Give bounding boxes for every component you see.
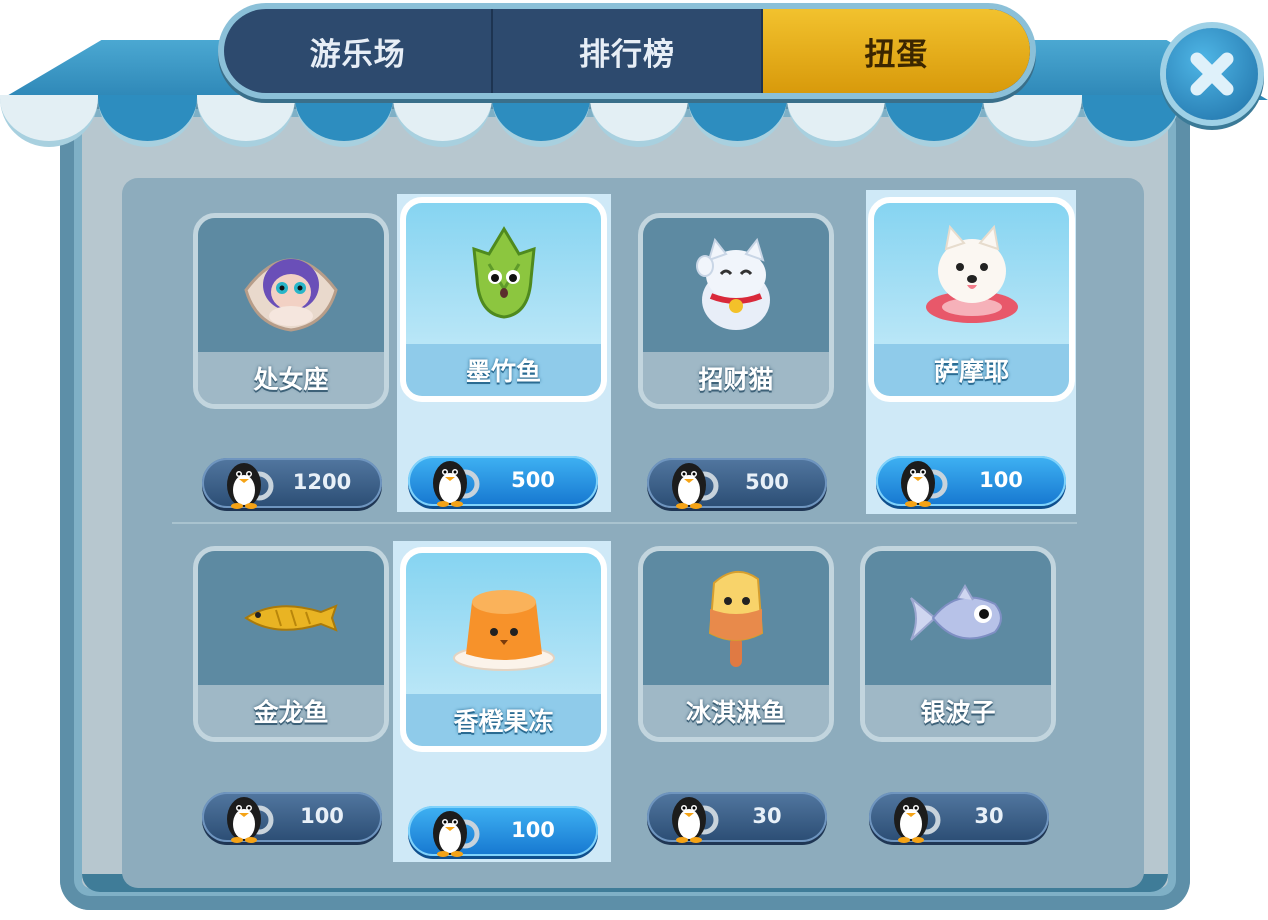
tab-gacha[interactable]: 扭蛋 — [762, 9, 1030, 93]
item-name: 金龙鱼 — [198, 685, 384, 737]
item-price: 100 — [511, 818, 555, 842]
buy-button[interactable]: 100 — [876, 456, 1066, 506]
penguin-coin-icon — [218, 456, 278, 510]
shop-awning — [0, 95, 1180, 155]
item-card[interactable]: 萨摩耶 — [868, 197, 1075, 402]
penguin-coin-icon — [663, 790, 723, 844]
item-name: 萨摩耶 — [874, 344, 1069, 396]
virgo-clam-girl-icon — [244, 258, 338, 332]
lucky-cat-icon — [696, 237, 770, 330]
item-name: 墨竹鱼 — [406, 344, 601, 396]
item-price: 100 — [300, 804, 344, 828]
buy-button[interactable]: 100 — [408, 806, 598, 856]
item-card[interactable]: 银波子 — [860, 546, 1056, 742]
penguin-coin-icon — [424, 804, 484, 858]
silver-fish-icon — [910, 584, 1002, 641]
penguin-coin-icon — [885, 790, 945, 844]
item-price: 100 — [979, 468, 1023, 492]
orange-jelly-icon — [452, 589, 555, 671]
item-price: 30 — [752, 804, 782, 828]
row-divider — [172, 522, 1077, 524]
buy-button[interactable]: 1200 — [202, 458, 382, 508]
buy-button[interactable]: 100 — [202, 792, 382, 842]
tab-playground[interactable]: 游乐场 — [224, 9, 494, 93]
item-card[interactable]: 处女座 — [193, 213, 389, 409]
item-card[interactable]: 冰淇淋鱼 — [638, 546, 834, 742]
buy-button[interactable]: 500 — [647, 458, 827, 508]
item-price: 500 — [745, 470, 789, 494]
samoyed-dog-icon — [925, 224, 1018, 323]
item-name: 冰淇淋鱼 — [643, 685, 829, 737]
bamboo-fish-icon — [471, 225, 536, 319]
tab-bar: 游乐场 排行榜 扭蛋 — [218, 3, 1036, 99]
close-button[interactable] — [1166, 28, 1258, 120]
item-card[interactable]: 金龙鱼 — [193, 546, 389, 742]
ice-cream-fish-icon — [708, 571, 764, 667]
close-x-icon — [1190, 52, 1234, 96]
tab-leaderboard[interactable]: 排行榜 — [493, 9, 763, 93]
item-name: 香橙果冻 — [406, 694, 601, 746]
penguin-coin-icon — [218, 790, 278, 844]
buy-button[interactable]: 30 — [869, 792, 1049, 842]
penguin-coin-icon — [424, 454, 484, 508]
item-card[interactable]: 香橙果冻 — [400, 547, 607, 752]
penguin-coin-icon — [892, 454, 952, 508]
buy-button[interactable]: 30 — [647, 792, 827, 842]
item-price: 30 — [974, 804, 1004, 828]
item-name: 招财猫 — [643, 352, 829, 404]
item-price: 500 — [511, 468, 555, 492]
item-name: 处女座 — [198, 352, 384, 404]
golden-arowana-icon — [244, 604, 338, 632]
item-card[interactable]: 墨竹鱼 — [400, 197, 607, 402]
item-card[interactable]: 招财猫 — [638, 213, 834, 409]
buy-button[interactable]: 500 — [408, 456, 598, 506]
item-price: 1200 — [292, 470, 352, 494]
penguin-coin-icon — [663, 456, 723, 510]
item-name: 银波子 — [865, 685, 1051, 737]
